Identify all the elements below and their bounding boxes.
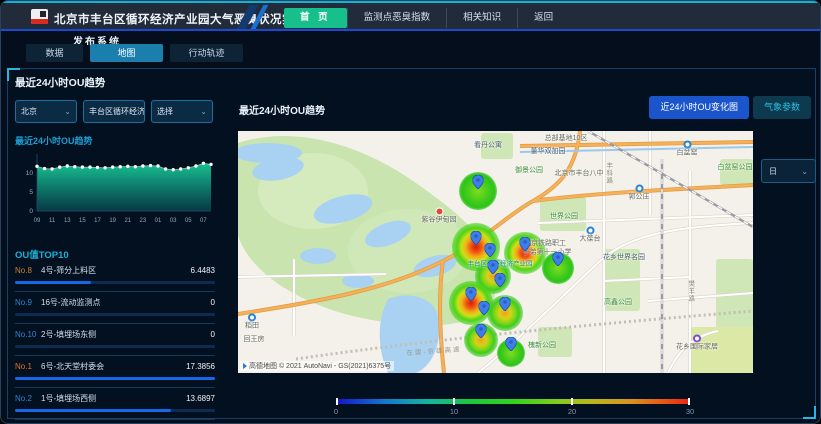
svg-text:5: 5 bbox=[29, 189, 33, 196]
filter-row: 北京 ⌄ 丰台区循环经济产 ⌄ 选择 ⌄ bbox=[15, 100, 213, 123]
rank-label: No.2 bbox=[15, 394, 41, 403]
header-bar: 北京市丰台区循环经济产业园大气恶臭状况实时 首 页 监测点恶臭指数 相关知识 返… bbox=[1, 1, 820, 31]
view-tabs: 数据 地图 行动轨迹 bbox=[26, 44, 243, 62]
ou-value: 17.3856 bbox=[186, 362, 215, 371]
map-section-title: 最近24小时OU趋势 bbox=[239, 102, 325, 117]
svg-text:15: 15 bbox=[79, 218, 86, 224]
top-list-item: No.16号-北天堂村委会17.3856 bbox=[15, 356, 215, 388]
station-name: 16号-流动监测点 bbox=[41, 297, 211, 308]
legend-tick-label: 0 bbox=[334, 407, 338, 416]
chevron-down-icon: ⌄ bbox=[801, 167, 808, 176]
legend-tick bbox=[571, 398, 573, 405]
station-select-value: 选择 bbox=[157, 106, 173, 117]
value-bar bbox=[15, 313, 215, 316]
tab-data[interactable]: 数据 bbox=[26, 44, 83, 62]
main-nav: 首 页 监测点恶臭指数 相关知识 返回 bbox=[284, 7, 569, 28]
value-bar bbox=[15, 281, 215, 284]
app-logo bbox=[31, 9, 48, 24]
value-bar bbox=[15, 409, 215, 412]
top-list-item: No.21号-填埋场西侧13.6897 bbox=[15, 388, 215, 420]
autonavi-logo-icon bbox=[243, 363, 247, 369]
city-select-value: 北京 bbox=[21, 106, 37, 117]
ou-color-legend: 0102030 bbox=[336, 399, 690, 404]
legend-tick-label: 20 bbox=[568, 407, 576, 416]
legend-tick-label: 30 bbox=[686, 407, 694, 416]
station-name: 1号-填埋场西侧 bbox=[41, 393, 186, 404]
map-canvas[interactable]: 看丹公寓总部基地10区董华双加园御景公园北京市丰台八中郭公庄白盆窑白盆窑公园世界… bbox=[238, 131, 753, 373]
trend-chart-title: 最近24小时OU趋势 bbox=[15, 134, 93, 147]
svg-text:07: 07 bbox=[200, 218, 207, 224]
park-select[interactable]: 丰台区循环经济产 ⌄ bbox=[83, 100, 145, 123]
ou-value: 6.4483 bbox=[191, 266, 215, 275]
svg-text:05: 05 bbox=[185, 218, 192, 224]
top-list-title: OU值TOP10 bbox=[15, 247, 69, 261]
station-name: 4号-筛分上料区 bbox=[41, 265, 191, 276]
nav-item-home[interactable]: 首 页 bbox=[284, 8, 347, 28]
chevron-down-icon: ⌄ bbox=[200, 107, 207, 116]
period-select[interactable]: 日 ⌄ bbox=[761, 159, 816, 183]
ou-value: 0 bbox=[211, 298, 215, 307]
svg-text:0: 0 bbox=[29, 208, 33, 215]
nav-item-back[interactable]: 返回 bbox=[517, 8, 569, 28]
tab-map[interactable]: 地图 bbox=[90, 44, 163, 62]
header-decoration bbox=[239, 5, 273, 29]
svg-text:01: 01 bbox=[155, 218, 162, 224]
park-select-value: 丰台区循环经济产 bbox=[89, 106, 145, 117]
chevron-down-icon: ⌄ bbox=[64, 107, 71, 116]
rank-label: No.9 bbox=[15, 298, 41, 307]
rank-label: No.8 bbox=[15, 266, 41, 275]
svg-text:03: 03 bbox=[170, 218, 177, 224]
station-name: 2号-填埋场东侧 bbox=[41, 329, 211, 340]
legend-tick-label: 10 bbox=[450, 407, 458, 416]
legend-tick bbox=[688, 398, 690, 405]
ou-trend-chart: 0510091113151719212301030507 bbox=[13, 148, 218, 233]
top-list-item: No.916号-流动监测点0 bbox=[15, 292, 215, 324]
legend-tick bbox=[453, 398, 455, 405]
ou-value: 13.6897 bbox=[186, 394, 215, 403]
map-base bbox=[238, 131, 753, 373]
ou-change-map-button[interactable]: 近24小时OU变化图 bbox=[649, 96, 749, 119]
tab-track[interactable]: 行动轨迹 bbox=[170, 44, 243, 62]
legend-tick bbox=[336, 398, 338, 405]
svg-text:19: 19 bbox=[109, 218, 116, 224]
station-name: 6号-北天堂村委会 bbox=[41, 361, 186, 372]
rank-label: No.1 bbox=[15, 362, 41, 371]
copyright-text: 高德地图 © 2021 AutoNavi - GS(2021)6375号 bbox=[249, 361, 391, 371]
top-list: No.84号-筛分上料区6.4483No.916号-流动监测点0No.102号-… bbox=[15, 260, 215, 420]
nav-item-knowledge[interactable]: 相关知识 bbox=[446, 8, 517, 28]
value-bar bbox=[15, 377, 215, 380]
top-list-item: No.102号-填埋场东侧0 bbox=[15, 324, 215, 356]
svg-text:10: 10 bbox=[26, 170, 34, 177]
period-select-value: 日 bbox=[769, 166, 777, 177]
svg-text:13: 13 bbox=[64, 218, 71, 224]
svg-text:11: 11 bbox=[49, 218, 56, 224]
map-copyright: 高德地图 © 2021 AutoNavi - GS(2021)6375号 bbox=[240, 361, 394, 371]
station-select[interactable]: 选择 ⌄ bbox=[151, 100, 213, 123]
ou-value: 0 bbox=[211, 330, 215, 339]
svg-text:09: 09 bbox=[34, 218, 41, 224]
nav-item-odor-index[interactable]: 监测点恶臭指数 bbox=[347, 8, 447, 28]
svg-text:23: 23 bbox=[140, 218, 147, 224]
svg-text:17: 17 bbox=[94, 218, 101, 224]
top-list-item: No.84号-筛分上料区6.4483 bbox=[15, 260, 215, 292]
city-select[interactable]: 北京 ⌄ bbox=[15, 100, 77, 123]
map-buttons: 近24小时OU变化图 气象参数 bbox=[649, 96, 811, 119]
weather-params-button[interactable]: 气象参数 bbox=[753, 96, 811, 119]
svg-text:21: 21 bbox=[124, 218, 131, 224]
rank-label: No.10 bbox=[15, 330, 41, 339]
dashboard-page: 北京市丰台区循环经济产业园大气恶臭状况实时 首 页 监测点恶臭指数 相关知识 返… bbox=[0, 0, 821, 424]
legend-gradient-bar bbox=[336, 399, 690, 404]
value-bar bbox=[15, 345, 215, 348]
panel-title: 最近24小时OU趋势 bbox=[15, 75, 105, 90]
